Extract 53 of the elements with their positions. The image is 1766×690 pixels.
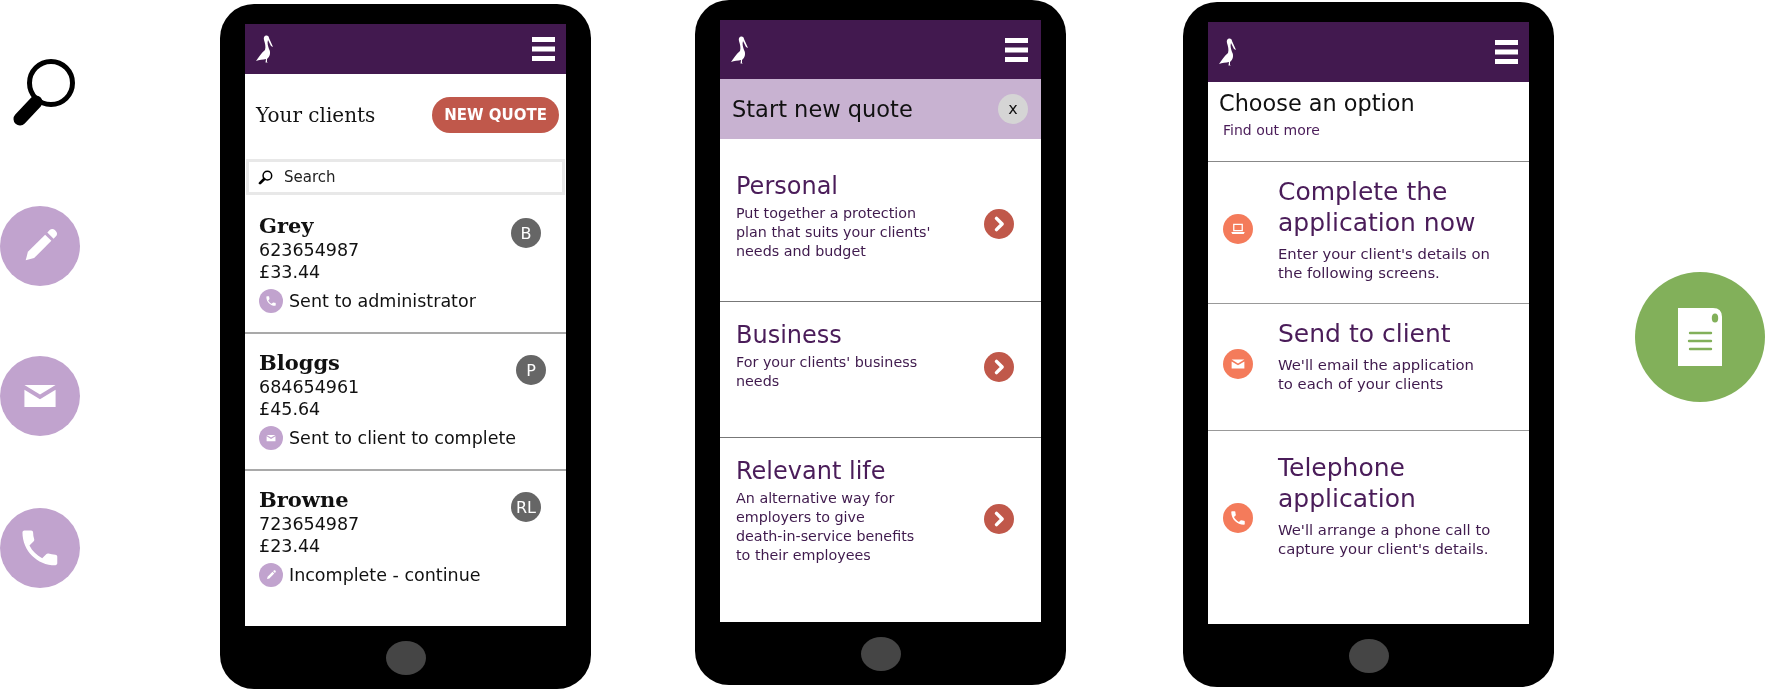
option-description: Put together a protection plan that suits your clients' needs and budget	[736, 204, 931, 261]
amount-text: £23.44	[259, 535, 321, 557]
option-description: Enter your client's details on the following screens.	[1278, 244, 1490, 282]
option-title[interactable]: Complete the application now	[1278, 176, 1519, 238]
initials-badge: B	[511, 218, 541, 248]
page-title: Your clients	[256, 103, 376, 127]
option-title[interactable]: Telephone application	[1278, 452, 1519, 514]
status-text: Sent to client to complete	[289, 427, 517, 450]
chevron-right-icon[interactable]	[984, 351, 1014, 382]
envelope-icon	[1223, 348, 1253, 379]
client-number: 684654961	[259, 376, 360, 398]
home-button-icon	[860, 636, 901, 671]
initials-badge: RL	[511, 492, 541, 522]
pelican-icon	[256, 35, 273, 63]
home-button-icon	[1348, 638, 1389, 673]
phone-icon	[259, 289, 283, 313]
option-description: We'll arrange a phone call to capture your client's details.	[1278, 520, 1491, 558]
amount-text: £45.64	[259, 398, 321, 420]
option-title[interactable]: Business	[736, 320, 842, 350]
new-quote-button[interactable]: NEW QUOTE	[432, 97, 559, 133]
option-title[interactable]: Relevant life	[736, 456, 886, 486]
menu-icon[interactable]	[532, 37, 555, 61]
option-title[interactable]: Personal	[736, 171, 839, 201]
status-text: Incomplete - continue	[289, 564, 481, 587]
amount-text: £33.44	[259, 261, 321, 283]
client-name: Browne	[259, 487, 349, 513]
chevron-right-icon[interactable]	[984, 209, 1014, 239]
option-description: An alternative way for employers to give death-in-service benefits to their employees	[736, 489, 915, 565]
status-text: Sent to administrator	[289, 290, 476, 313]
pelican-icon	[1219, 38, 1236, 66]
option-description: For your clients' business needs	[736, 353, 918, 391]
home-button-icon	[385, 640, 426, 675]
client-name: Bloggs	[259, 350, 340, 376]
phone-icon	[1223, 503, 1253, 533]
pelican-icon	[731, 35, 748, 64]
envelope-icon	[259, 426, 283, 450]
menu-icon[interactable]	[1495, 40, 1518, 64]
client-number: 623654987	[259, 239, 360, 261]
banner-title: Start new quote	[732, 96, 913, 122]
close-button[interactable]: x	[998, 94, 1028, 124]
find-out-more-link[interactable]: Find out more	[1223, 121, 1320, 139]
client-name: Grey	[259, 213, 314, 239]
option-title[interactable]: Send to client	[1278, 318, 1451, 349]
option-description: We'll email the application to each of your clients	[1278, 355, 1474, 393]
client-number: 723654987	[259, 513, 360, 535]
initials-badge: P	[516, 355, 547, 385]
menu-icon[interactable]	[1005, 37, 1028, 62]
chevron-right-icon[interactable]	[984, 503, 1014, 534]
search-icon	[258, 170, 273, 185]
pencil-icon	[259, 563, 283, 587]
page-title: Choose an option	[1219, 89, 1415, 117]
search-field[interactable]: Search	[246, 159, 565, 195]
laptop-icon	[1223, 214, 1253, 244]
